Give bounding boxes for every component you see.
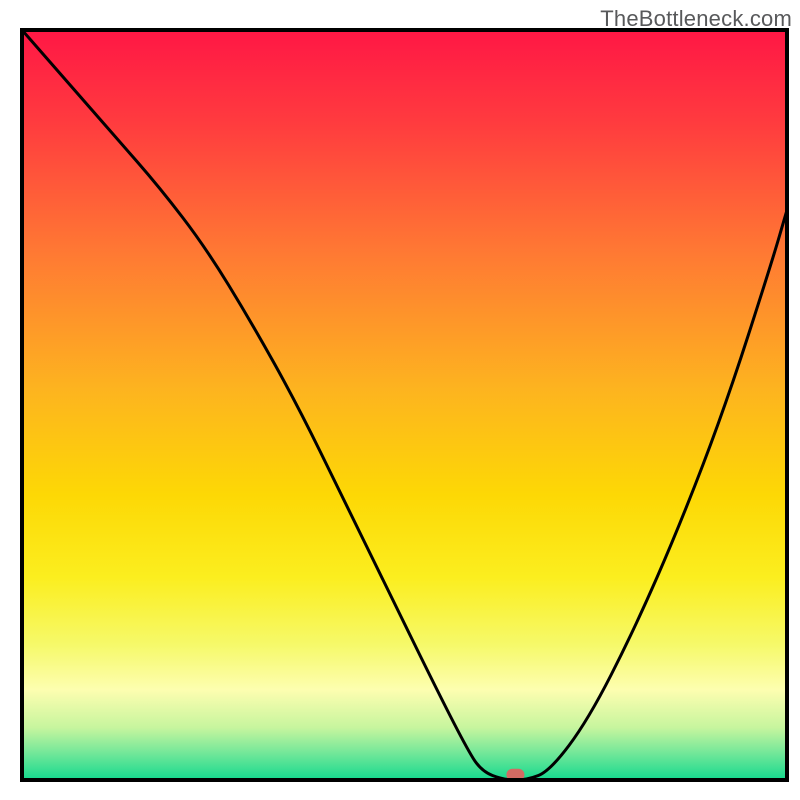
chart-svg <box>0 0 800 800</box>
watermark-text: TheBottleneck.com <box>600 6 792 32</box>
chart-container: TheBottleneck.com <box>0 0 800 800</box>
plot-area <box>22 30 787 781</box>
gradient-background <box>22 30 787 780</box>
